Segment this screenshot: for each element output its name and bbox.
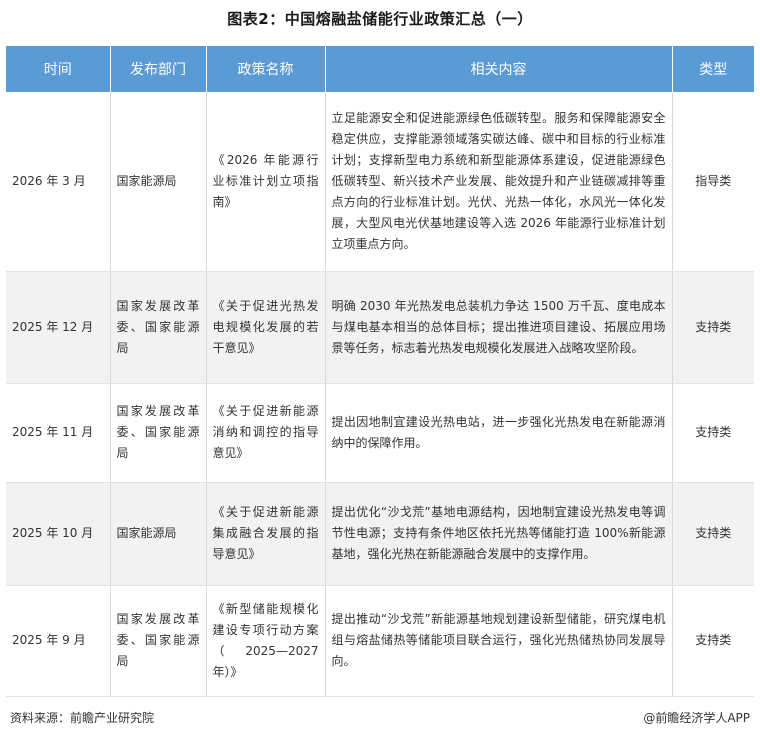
cell-content: 明确 2030 年光热发电总装机力争达 1500 万千瓦、度电成本与煤电基本相当… [325, 271, 673, 384]
cell-dept: 国家发展改革委、国家能源局 [110, 383, 207, 483]
cell-type: 支持类 [672, 482, 754, 586]
table-row: 2025 年 9 月 国家发展改革委、国家能源局 《新型储能规模化建设专项行动方… [6, 585, 754, 697]
header-dept: 发布部门 [110, 46, 207, 92]
cell-time: 2025 年 9 月 [6, 585, 111, 697]
cell-time: 2025 年 10 月 [6, 482, 111, 586]
policy-table: 时间 发布部门 政策名称 相关内容 类型 2026 年 3 月 国家能源局 《2… [6, 46, 754, 697]
table-row: 2026 年 3 月 国家能源局 《2026 年能源行业标准计划立项指南》 立足… [6, 92, 754, 272]
cell-policy-name: 《关于促进光热发电规模化发展的若干意见》 [206, 271, 326, 384]
cell-policy-name: 《新型储能规模化建设专项行动方案（2025—2027 年）》 [206, 585, 326, 697]
cell-type: 支持类 [672, 383, 754, 483]
cell-policy-name: 《2026 年能源行业标准计划立项指南》 [206, 92, 326, 272]
cell-time: 2025 年 12 月 [6, 271, 111, 384]
table-row: 2025 年 10 月 国家能源局 《关于促进新能源集成融合发展的指导意见》 提… [6, 482, 754, 586]
cell-content: 提出优化“沙戈荒”基地电源结构，因地制宜建设光热发电等调节性电源；支持有条件地区… [325, 482, 673, 586]
cell-dept: 国家发展改革委、国家能源局 [110, 585, 207, 697]
table-header-row: 时间 发布部门 政策名称 相关内容 类型 [6, 46, 754, 92]
brand-credit: @前瞻经济学人APP [643, 711, 750, 725]
cell-type: 支持类 [672, 271, 754, 384]
cell-dept: 国家能源局 [110, 92, 207, 272]
cell-time: 2025 年 11 月 [6, 383, 111, 483]
header-time: 时间 [6, 46, 111, 92]
cell-time: 2026 年 3 月 [6, 92, 111, 272]
cell-policy-name: 《关于促进新能源消纳和调控的指导意见》 [206, 383, 326, 483]
table-row: 2025 年 12 月 国家发展改革委、国家能源局 《关于促进光热发电规模化发展… [6, 271, 754, 384]
cell-dept: 国家发展改革委、国家能源局 [110, 271, 207, 384]
cell-policy-name: 《关于促进新能源集成融合发展的指导意见》 [206, 482, 326, 586]
cell-type: 指导类 [672, 92, 754, 272]
header-content: 相关内容 [325, 46, 673, 92]
header-type: 类型 [672, 46, 754, 92]
cell-type: 支持类 [672, 585, 754, 697]
cell-dept: 国家能源局 [110, 482, 207, 586]
cell-content: 立足能源安全和促进能源绿色低碳转型。服务和保障能源安全稳定供应，支撑能源领域落实… [325, 92, 673, 272]
source-note: 资料来源：前瞻产业研究院 [10, 711, 155, 725]
cell-content: 提出因地制宜建设光热电站，进一步强化光热发电在新能源消纳中的保障作用。 [325, 383, 673, 483]
header-policy-name: 政策名称 [206, 46, 326, 92]
table-row: 2025 年 11 月 国家发展改革委、国家能源局 《关于促进新能源消纳和调控的… [6, 383, 754, 483]
chart-title: 图表2：中国熔融盐储能行业政策汇总（一） [227, 10, 533, 28]
cell-content: 提出推动“沙戈荒”新能源基地规划建设新型储能，研究煤电机组与熔盐储热等储能项目联… [325, 585, 673, 697]
